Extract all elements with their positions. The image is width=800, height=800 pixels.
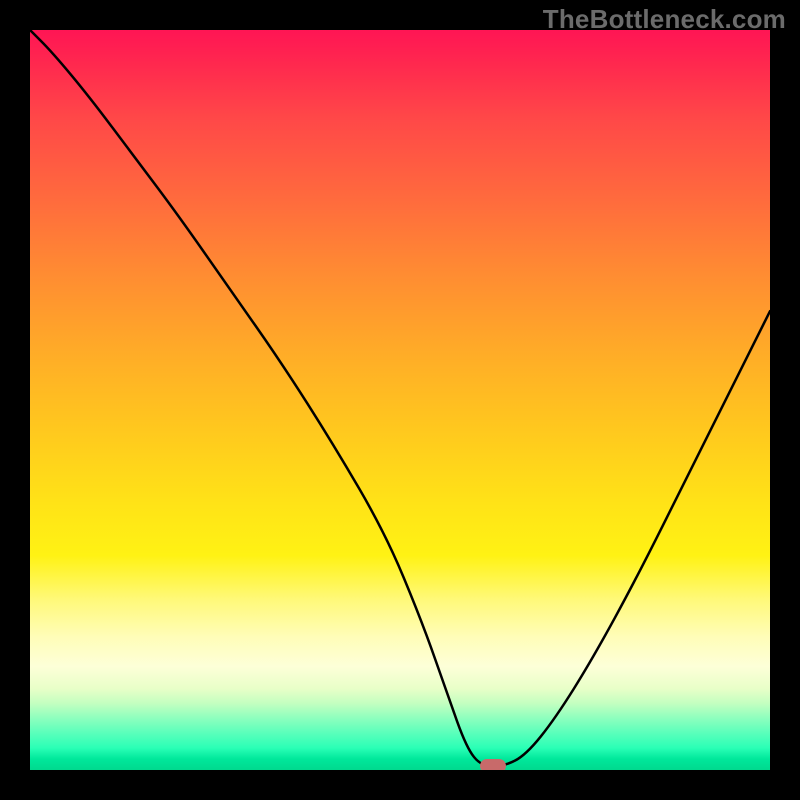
bottleneck-curve (30, 30, 770, 770)
plot-area (30, 30, 770, 770)
optimal-point-marker (480, 759, 506, 770)
chart-frame: TheBottleneck.com (0, 0, 800, 800)
